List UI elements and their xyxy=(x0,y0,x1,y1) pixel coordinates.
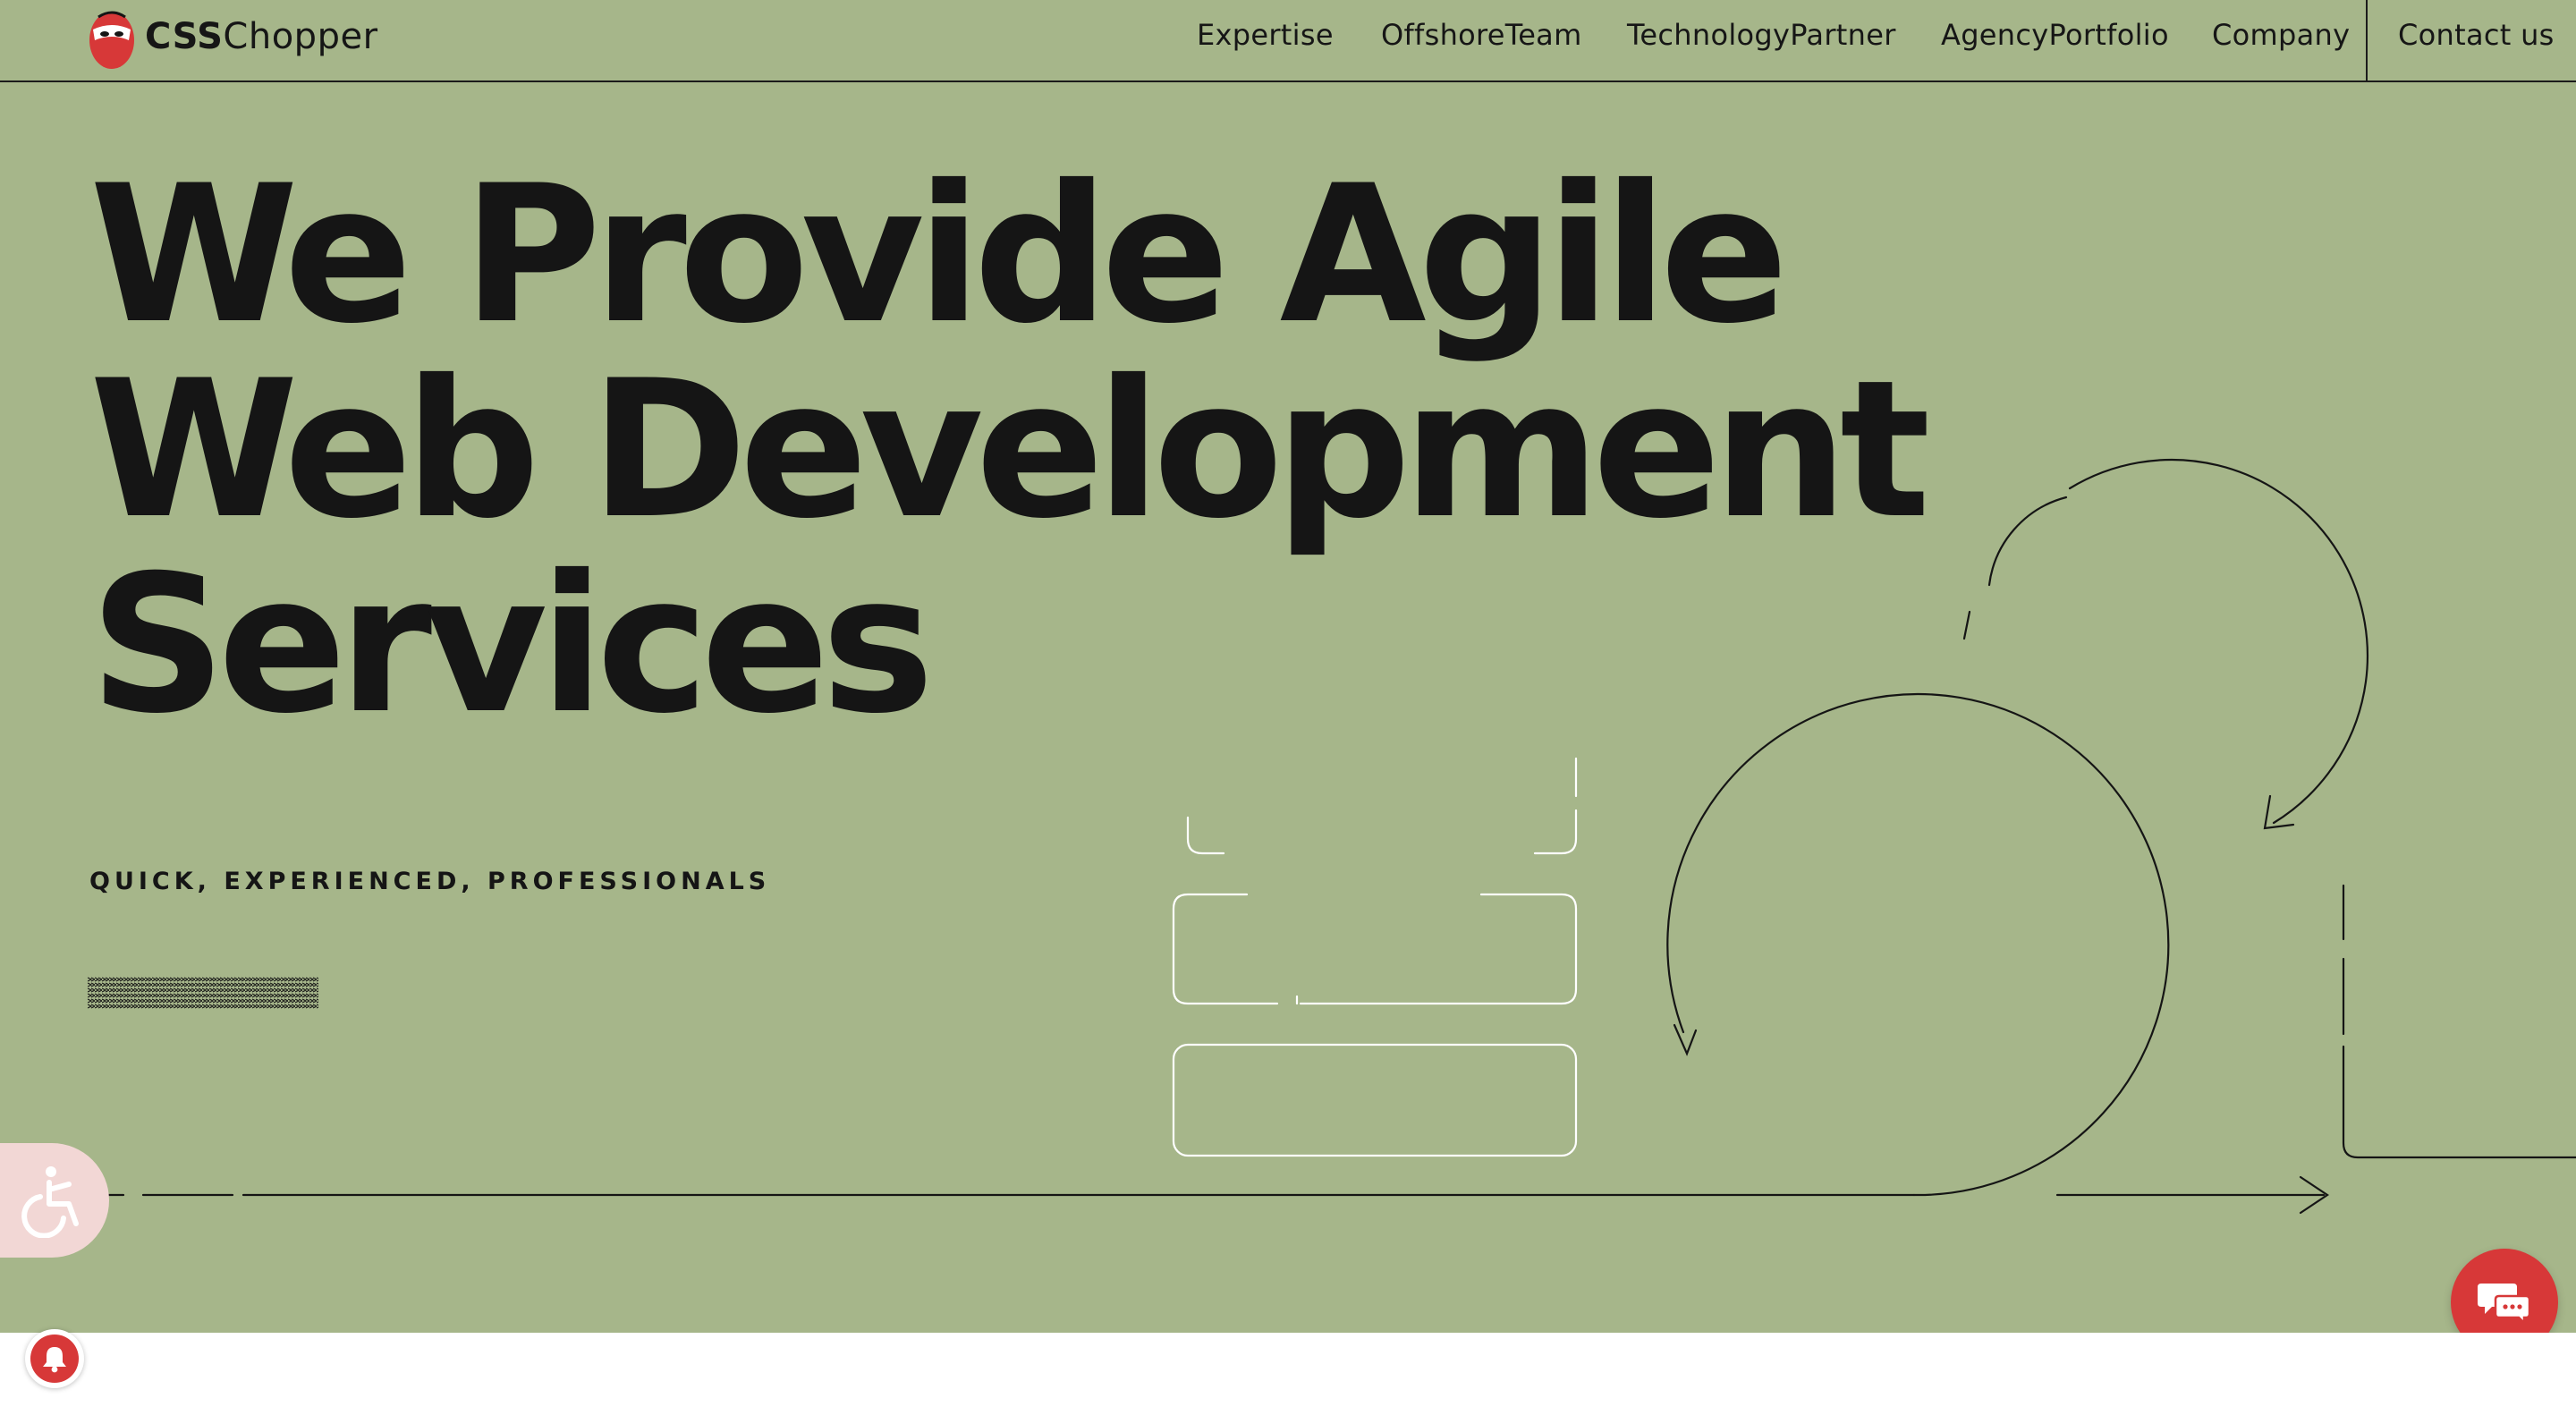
sprint-box xyxy=(1172,893,1279,1005)
logo[interactable]: CSSChopper xyxy=(88,0,378,73)
contact-us-link[interactable]: Contact us xyxy=(2398,18,2555,52)
hero-section: CSSChopper Expertise OffshoreTeam Techno… xyxy=(0,0,2576,1333)
logo-bold-text: CSS xyxy=(145,16,224,57)
nav-company[interactable]: Company xyxy=(2212,18,2350,52)
wheelchair-icon xyxy=(21,1166,79,1238)
backlog-box xyxy=(1186,816,1225,855)
chat-button[interactable] xyxy=(2451,1249,2558,1333)
nav-technology-partner[interactable]: TechnologyPartner xyxy=(1627,18,1896,52)
arrow-down-icon xyxy=(1673,1023,1698,1056)
sprint-box xyxy=(1299,893,1578,1005)
accessibility-button[interactable] xyxy=(0,1143,109,1258)
chat-bubbles-icon xyxy=(2478,1284,2531,1325)
backlog-box xyxy=(1533,809,1578,855)
ninja-mascot-icon xyxy=(89,11,134,69)
small-loop xyxy=(1962,610,1971,640)
site-header: CSSChopper Expertise OffshoreTeam Techno… xyxy=(0,0,2576,82)
headline-line: Services xyxy=(89,534,935,755)
notification-bell-button[interactable] xyxy=(25,1329,84,1388)
headline-line: Web Development xyxy=(89,339,1930,560)
bell-badge xyxy=(30,1335,79,1383)
logo-wordmark: CSSChopper xyxy=(145,16,378,57)
big-loop xyxy=(1666,692,2170,1197)
nav-divider xyxy=(2366,0,2368,82)
hero-tagline: QUICK, EXPERIENCED, PROFESSIONALS xyxy=(89,868,771,895)
release-box xyxy=(1172,1043,1578,1157)
arrow-down-left-icon xyxy=(2263,794,2295,830)
arrow-right-icon xyxy=(2299,1175,2329,1215)
partial-box xyxy=(2342,1045,2576,1159)
small-loop xyxy=(1987,496,2068,587)
nav-expertise[interactable]: Expertise xyxy=(1197,18,1334,52)
hero-headline: We Provide Agile Web Development Service… xyxy=(89,144,1930,755)
headline-line: We Provide Agile xyxy=(89,144,1789,365)
logo-regular-text: Chopper xyxy=(223,16,378,57)
small-loop xyxy=(2068,458,2369,825)
bell-icon xyxy=(43,1347,66,1373)
nav-offshore-team[interactable]: OffshoreTeam xyxy=(1381,18,1582,52)
page: CSSChopper Expertise OffshoreTeam Techno… xyxy=(0,0,2576,1415)
zigzag-pattern xyxy=(88,977,318,1009)
nav-agency-portfolio[interactable]: AgencyPortfolio xyxy=(1941,18,2169,52)
